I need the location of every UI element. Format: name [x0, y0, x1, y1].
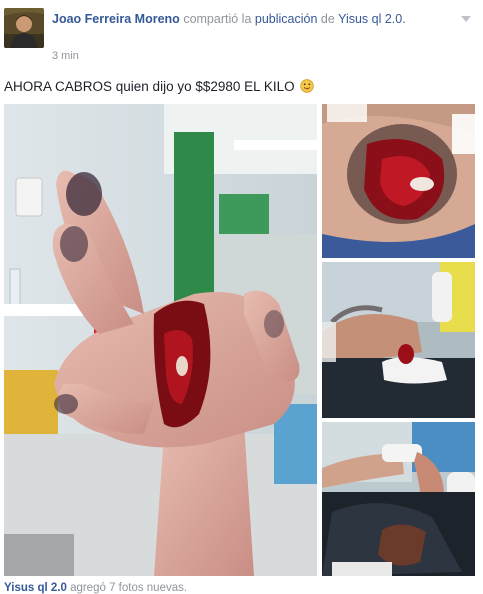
preposition-text: de [320, 12, 335, 26]
post-timestamp[interactable]: 3 min [52, 50, 79, 62]
post-attribution: Joao Ferreira Moreno compartió la public… [52, 11, 452, 28]
tongue-face-emoji-icon [300, 79, 315, 93]
chevron-down-icon[interactable] [459, 12, 473, 26]
side-photo-1[interactable] [322, 104, 475, 258]
page-name-link[interactable]: Yisus ql 2.0. [338, 12, 406, 26]
side-photo-3[interactable] [322, 422, 475, 576]
author-name-link[interactable]: Joao Ferreira Moreno [52, 12, 180, 26]
shared-action-text: compartió la [183, 12, 252, 26]
footer-page-link[interactable]: Yisus ql 2.0 [4, 582, 67, 594]
publication-link[interactable]: publicación [255, 12, 318, 26]
main-photo[interactable] [4, 104, 317, 576]
post-text-container: AHORA CABROS quien dijo yo $$2980 EL KIL… [4, 78, 315, 96]
post-body-text: AHORA CABROS quien dijo yo $$2980 EL KIL… [4, 79, 295, 94]
author-avatar[interactable] [4, 8, 44, 48]
photo-grid [4, 104, 475, 580]
footer-action-text: agregó 7 fotos nuevas. [70, 582, 188, 594]
shared-post-footer: Yisus ql 2.0 agregó 7 fotos nuevas. [4, 582, 187, 594]
post-header: Joao Ferreira Moreno compartió la public… [0, 0, 483, 70]
side-photo-2[interactable] [322, 262, 475, 418]
